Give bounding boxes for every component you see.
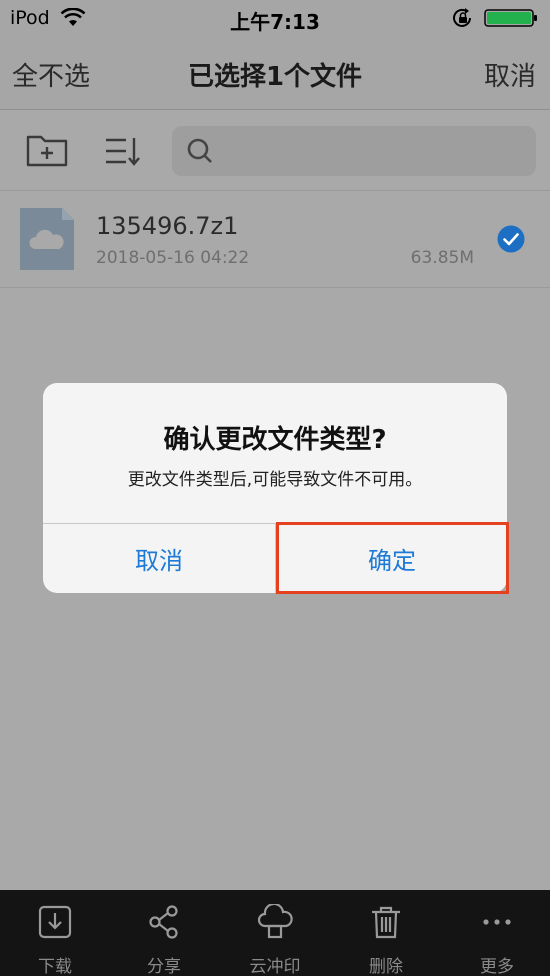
tab-label: 更多	[480, 957, 514, 976]
tab-label: 云冲印	[249, 957, 301, 976]
tab-download[interactable]: 下载	[10, 890, 100, 976]
tab-more[interactable]: 更多	[452, 890, 542, 976]
tab-delete[interactable]: 删除	[341, 890, 431, 976]
toolbar	[0, 111, 550, 191]
dialog-title: 确认更改文件类型?	[163, 425, 387, 455]
cloud-print-icon	[257, 904, 293, 939]
cancel-selection-button[interactable]: 取消	[484, 56, 536, 93]
tab-cloud-print[interactable]: 云冲印	[230, 890, 320, 976]
more-icon	[483, 919, 511, 925]
tab-label: 分享	[147, 957, 181, 976]
tab-label: 下载	[38, 957, 72, 976]
trash-icon	[372, 906, 400, 939]
share-icon	[149, 905, 178, 939]
file-name: 135496.7z1	[96, 212, 239, 240]
sort-icon[interactable]	[104, 135, 142, 167]
search-input[interactable]	[172, 126, 536, 176]
search-icon	[187, 138, 212, 163]
download-icon	[38, 905, 72, 939]
checkmark-circle-icon[interactable]	[497, 225, 525, 253]
confirm-highlight-box	[276, 522, 509, 594]
status-bar: iPod 上午7:13	[0, 0, 550, 36]
file-size: 63.85M	[410, 248, 474, 268]
dialog-cancel-button[interactable]: 取消	[43, 524, 275, 593]
tab-label: 删除	[369, 957, 403, 976]
bottom-action-bar: 下载 分享 云冲印 删除 更多	[0, 890, 550, 976]
file-list-item[interactable]: 135496.7z1 2018-05-16 04:22 63.85M	[0, 192, 550, 288]
dialog-message: 更改文件类型后,可能导致文件不可用。	[127, 470, 423, 490]
cloud-file-icon	[20, 208, 74, 270]
file-date: 2018-05-16 04:22	[96, 248, 250, 268]
page-title: 已选择1个文件	[187, 62, 363, 92]
tab-share[interactable]: 分享	[119, 890, 209, 976]
battery-icon	[484, 9, 537, 27]
nav-bar: 全不选 已选择1个文件 取消	[0, 36, 550, 110]
rotation-lock-icon	[453, 8, 471, 27]
new-folder-icon[interactable]	[26, 133, 68, 167]
